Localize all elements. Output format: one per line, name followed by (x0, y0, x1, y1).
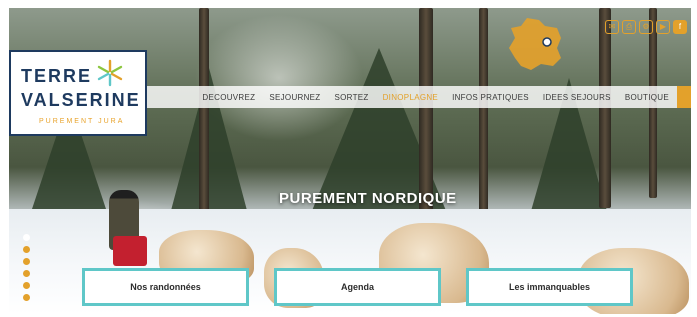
gear-icon[interactable]: ⚙ (639, 20, 653, 34)
nav-item-sejournez[interactable]: SEJOURNEZ (269, 93, 320, 102)
social-links: ✉ ⎙ ⚙ ▶ f (605, 20, 687, 34)
main-nav: DECOUVREZ SEJOURNEZ SORTEZ DINOPLAGNE IN… (146, 86, 691, 108)
hero-banner: ✉ ⎙ ⚙ ▶ f TERRE VALSERINE PUREMENT JURA … (9, 8, 691, 314)
print-icon[interactable]: ⎙ (622, 20, 636, 34)
logo-tagline: PUREMENT JURA (39, 118, 125, 125)
facebook-icon[interactable]: f (673, 20, 687, 34)
nav-item-infos-pratiques[interactable]: INFOS PRATIQUES (452, 93, 529, 102)
tree-trunk (479, 8, 488, 218)
nav-item-idees-sejours[interactable]: IDEES SEJOURS (543, 93, 611, 102)
carousel-dot[interactable] (23, 270, 30, 277)
nav-item-sortez[interactable]: SORTEZ (335, 93, 369, 102)
nav-item-dinoplagne[interactable]: DINOPLAGNE (383, 93, 438, 102)
carousel-dot[interactable] (23, 282, 30, 289)
nos-randonnees-button[interactable]: Nos randonnées (82, 268, 249, 306)
tree-trunk (199, 8, 209, 228)
carousel-dot[interactable] (23, 258, 30, 265)
carousel-dot[interactable] (23, 234, 30, 241)
dog-sled (113, 236, 147, 266)
site-logo[interactable]: TERRE VALSERINE PUREMENT JURA (9, 50, 147, 136)
logo-text-line2: VALSERINE (21, 90, 141, 110)
carousel-dots (23, 234, 30, 301)
france-map-icon[interactable] (505, 16, 565, 72)
carousel-dot[interactable] (23, 294, 30, 301)
nav-search-button[interactable] (677, 86, 691, 108)
youtube-icon[interactable]: ▶ (656, 20, 670, 34)
nav-item-boutique[interactable]: BOUTIQUE (625, 93, 669, 102)
logo-text-line1: TERRE (21, 66, 93, 86)
tree-trunk (599, 8, 611, 208)
les-immanquables-button[interactable]: Les immanquables (466, 268, 633, 306)
agenda-button[interactable]: Agenda (274, 268, 441, 306)
mail-icon[interactable]: ✉ (605, 20, 619, 34)
nav-item-decouvrez[interactable]: DECOUVREZ (202, 93, 255, 102)
hero-title: PUREMENT NORDIQUE (279, 190, 457, 207)
snowflake-logo-icon (97, 59, 123, 87)
carousel-dot[interactable] (23, 246, 30, 253)
